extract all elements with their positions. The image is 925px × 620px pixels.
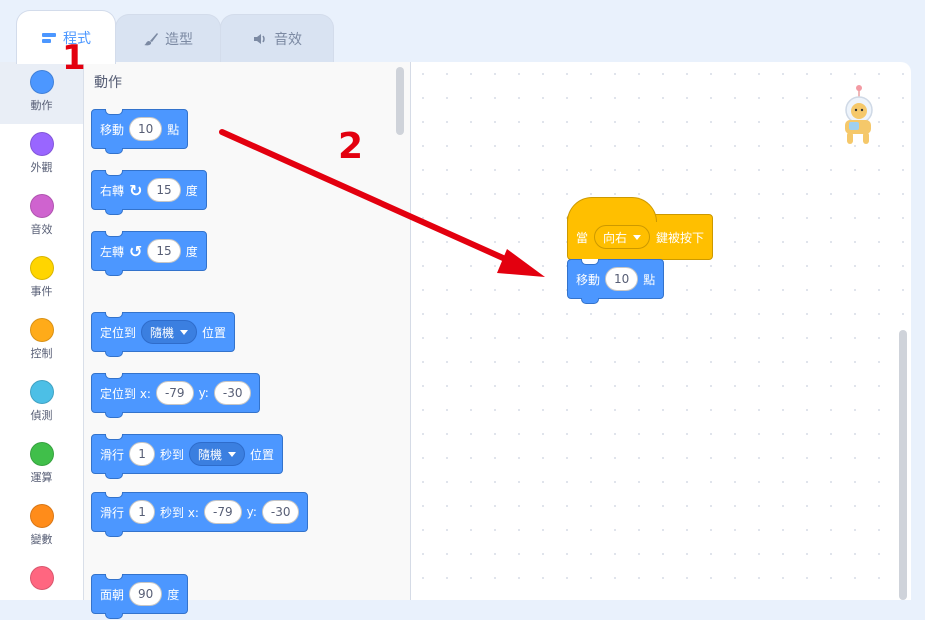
- category-label: 控制: [30, 347, 53, 360]
- glide-target-dropdown[interactable]: 隨機: [189, 442, 246, 466]
- dropdown-value: 向右: [603, 230, 628, 245]
- goto-block[interactable]: 定位到 隨機 位置: [91, 312, 236, 357]
- dropdown-arrow-icon: [180, 329, 189, 335]
- dropdown-arrow-icon: [633, 234, 642, 240]
- block-text: 移動: [576, 272, 601, 287]
- category-myblocks[interactable]: [0, 558, 83, 620]
- block-text: y:: [198, 386, 209, 400]
- sprite-thumbnail-icon: [845, 85, 873, 144]
- tab-costumes[interactable]: 造型: [115, 14, 221, 62]
- turn-left-block[interactable]: 左轉 ↺ 15 度: [91, 231, 207, 276]
- glide-xy-block[interactable]: 滑行 1 秒到 x: -79 y: -30: [91, 492, 309, 537]
- hat-cap: [567, 197, 657, 222]
- point-direction-block[interactable]: 面朝 90 度: [91, 574, 189, 619]
- seconds-input[interactable]: 1: [129, 442, 156, 466]
- key-dropdown[interactable]: 向右: [594, 225, 651, 249]
- dropdown-arrow-icon: [228, 451, 237, 457]
- step-1-label: 1: [62, 38, 86, 78]
- paintbrush-icon: [144, 32, 158, 45]
- turn-right-block[interactable]: 右轉 ↻ 15 度: [91, 170, 207, 215]
- category-control[interactable]: 控制: [0, 310, 83, 372]
- myblocks-dot-icon: [29, 566, 54, 590]
- category-label: 音效: [30, 223, 53, 236]
- tab-costumes-label: 造型: [165, 31, 193, 48]
- degrees-input[interactable]: 15: [147, 178, 181, 202]
- when-key-pressed-block[interactable]: 當 向右 鍵被按下: [567, 197, 714, 260]
- block-text: 度: [185, 183, 198, 198]
- category-looks[interactable]: 外觀: [0, 124, 83, 186]
- y-input[interactable]: -30: [261, 500, 300, 524]
- editor-tabs: 程式 造型 音效: [0, 0, 925, 64]
- category-label: 偵測: [30, 409, 53, 422]
- category-operators[interactable]: 運算: [0, 434, 83, 496]
- block-text: 左轉: [100, 244, 125, 259]
- category-events[interactable]: 事件: [0, 248, 83, 310]
- block-text: 位置: [250, 447, 275, 462]
- block-text: y:: [246, 505, 257, 519]
- x-input[interactable]: -79: [203, 500, 242, 524]
- sensing-dot-icon: [29, 380, 54, 404]
- sound-dot-icon: [29, 194, 54, 218]
- block-text: 點: [643, 272, 656, 287]
- category-sound[interactable]: 音效: [0, 186, 83, 248]
- steps-input[interactable]: 10: [605, 267, 639, 291]
- x-input[interactable]: -79: [155, 381, 194, 405]
- palette-scrollbar[interactable]: [396, 67, 404, 135]
- block-text: 滑行: [100, 447, 125, 462]
- rotate-left-icon: ↺: [129, 241, 143, 261]
- y-input[interactable]: -30: [213, 381, 252, 405]
- block-text: 移動: [100, 122, 125, 137]
- direction-input[interactable]: 90: [129, 582, 163, 606]
- palette-heading: 動作: [94, 75, 122, 91]
- dropdown-value: 隨機: [198, 447, 223, 462]
- seconds-input[interactable]: 1: [129, 500, 156, 524]
- goto-target-dropdown[interactable]: 隨機: [141, 320, 198, 344]
- category-label: 事件: [30, 285, 53, 298]
- block-text: 定位到: [100, 325, 137, 340]
- motion-dot-icon: [29, 70, 54, 94]
- script-workspace[interactable]: 當 向右 鍵被按下 移動 10 點: [411, 62, 911, 600]
- block-text: 當: [576, 230, 589, 245]
- category-label: 動作: [30, 99, 53, 112]
- glide-block[interactable]: 滑行 1 秒到 隨機 位置: [91, 434, 284, 479]
- category-label: 變數: [30, 533, 53, 546]
- rotate-right-icon: ↻: [129, 180, 143, 200]
- control-dot-icon: [29, 318, 54, 342]
- category-sensing[interactable]: 偵測: [0, 372, 83, 434]
- block-text: 秒到: [160, 447, 185, 462]
- workspace-scrollbar[interactable]: [899, 330, 907, 600]
- block-text: 定位到 x:: [100, 386, 151, 401]
- speaker-icon: [254, 33, 265, 44]
- category-label: 運算: [30, 471, 53, 484]
- dropdown-value: 隨機: [150, 325, 175, 340]
- category-label: 外觀: [30, 161, 53, 174]
- operators-dot-icon: [29, 442, 54, 466]
- block-text: 鍵被按下: [656, 230, 705, 245]
- block-text: 度: [185, 244, 198, 259]
- looks-dot-icon: [29, 132, 54, 156]
- block-text: 秒到 x:: [160, 505, 199, 520]
- code-icon: [42, 32, 56, 43]
- block-text: 滑行: [100, 505, 125, 520]
- steps-input[interactable]: 10: [129, 117, 163, 141]
- move-steps-block[interactable]: 移動 10 點: [91, 109, 189, 154]
- tab-sounds-label: 音效: [274, 31, 302, 48]
- degrees-input[interactable]: 15: [147, 239, 181, 263]
- move-steps-block-workspace[interactable]: 移動 10 點: [567, 259, 665, 304]
- variables-dot-icon: [29, 504, 54, 528]
- category-variables[interactable]: 變數: [0, 496, 83, 558]
- category-menu: 動作 外觀 音效 事件 控制 偵測 運算 變數: [0, 62, 84, 600]
- events-dot-icon: [29, 256, 54, 280]
- block-text: 右轉: [100, 183, 125, 198]
- tab-sounds[interactable]: 音效: [220, 14, 334, 62]
- block-text: 點: [167, 122, 180, 137]
- goto-xy-block[interactable]: 定位到 x: -79 y: -30: [91, 373, 261, 418]
- block-text: 位置: [202, 325, 227, 340]
- step-2-label: 2: [338, 126, 364, 167]
